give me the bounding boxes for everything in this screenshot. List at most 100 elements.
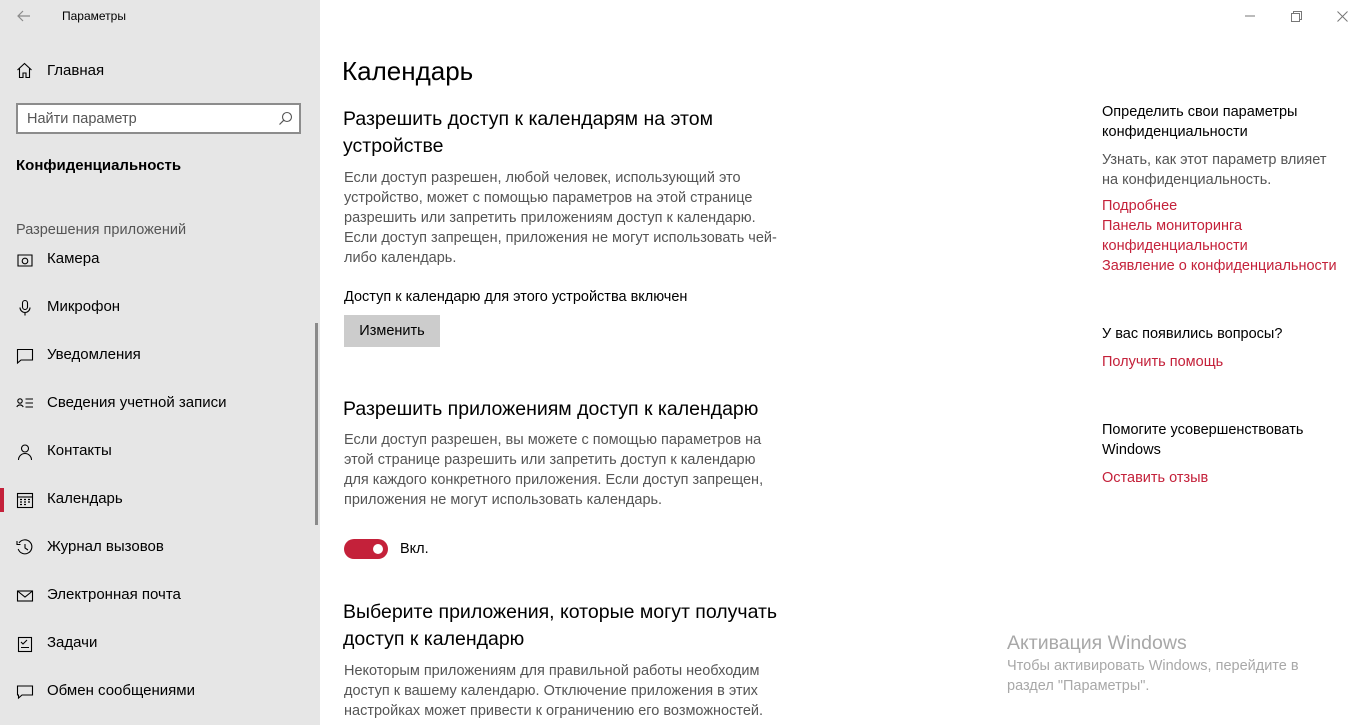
minimize-button[interactable] (1227, 0, 1273, 32)
more-info-link[interactable]: Подробнее (1102, 196, 1177, 216)
sidebar-item-contacts[interactable]: Контакты (0, 432, 316, 472)
change-button[interactable]: Изменить (344, 315, 440, 347)
privacy-options-heading: Определить свои параметры конфиденциальн… (1102, 102, 1297, 142)
restore-button[interactable] (1273, 0, 1319, 32)
group-label: Разрешения приложений (16, 222, 187, 238)
desc-line: устройство, может с помощью параметров н… (344, 190, 753, 206)
link-line: конфиденциальности (1102, 238, 1248, 254)
sidebar-item-label: Сведения учетной записи (47, 394, 227, 411)
sidebar-item-label: Уведомления (47, 346, 141, 363)
desc-line: приложения не могут использовать календа… (344, 492, 663, 508)
heading-line: Определить свои параметры (1102, 104, 1298, 120)
choose-apps-description: Некоторым приложениям для правильной раб… (344, 661, 804, 721)
device-access-heading: Разрешить доступ к календарям на этом ус… (343, 106, 713, 160)
sidebar-home[interactable]: Главная (16, 62, 104, 79)
desc-line: доступ к вашему календарю. Отключение пр… (344, 683, 758, 699)
heading-line: Помогите усовершенствовать (1102, 422, 1304, 438)
search-box[interactable] (16, 103, 301, 134)
contacts-icon (17, 444, 33, 461)
search-input[interactable] (18, 105, 299, 132)
sidebar-item-label: Камера (47, 250, 100, 267)
activation-watermark-text: Чтобы активировать Windows, перейдите в … (1007, 656, 1347, 696)
heading-line: Выберите приложения, которые могут получ… (343, 601, 778, 623)
desc-line: для каждого конкретного приложения. Если… (344, 472, 764, 488)
home-icon (17, 62, 32, 79)
sidebar-item-calendar[interactable]: Календарь (0, 480, 316, 520)
back-arrow-icon (17, 10, 30, 22)
toggle-knob (373, 544, 383, 554)
sidebar-item-label: Контакты (47, 442, 112, 459)
sidebar-item-label: Микрофон (47, 298, 121, 315)
sidebar-item-messaging[interactable]: Обмен сообщениями (0, 672, 316, 712)
watermark-line: раздел "Параметры". (1007, 678, 1150, 694)
sidebar-item-label: Обмен сообщениями (47, 682, 195, 699)
sidebar-item-label: Календарь (47, 490, 123, 507)
desc-line: Если доступ разрешен, любой человек, исп… (344, 170, 741, 186)
desc-line: разрешить или запретить приложениям дост… (344, 210, 756, 226)
sidebar-item-label: Задачи (47, 634, 98, 651)
sidebar-home-label: Главная (47, 62, 105, 79)
feedback-link[interactable]: Оставить отзыв (1102, 468, 1208, 488)
close-button[interactable] (1319, 0, 1365, 32)
email-icon (16, 590, 34, 602)
privacy-statement-link[interactable]: Заявление о конфиденциальности (1102, 256, 1337, 276)
sidebar-item-tasks[interactable]: Задачи (0, 624, 316, 664)
active-indicator (0, 488, 4, 512)
window-controls (1227, 0, 1365, 32)
microphone-icon (19, 299, 31, 316)
app-access-description: Если доступ разрешен, вы можете с помощь… (344, 430, 804, 510)
desc-line: Некоторым приложениям для правильной раб… (344, 663, 760, 679)
section-title: Конфиденциальность (16, 157, 182, 174)
sidebar-scrollbar[interactable] (315, 323, 318, 525)
desc-line: Если доступ запрещен, приложения не могу… (344, 230, 777, 246)
watermark-line: Чтобы активировать Windows, перейдите в (1007, 658, 1299, 674)
restore-icon (1290, 10, 1302, 22)
heading-line: Windows (1102, 442, 1161, 458)
search-icon[interactable] (278, 111, 293, 126)
tasks-icon (17, 636, 33, 653)
sidebar-item-label: Электронная почта (47, 586, 181, 603)
link-line: Панель мониторинга (1102, 218, 1243, 234)
app-title: Параметры (62, 9, 126, 23)
back-button[interactable] (12, 5, 36, 27)
desc-line: настройках может привести к ограничению … (344, 703, 764, 719)
app-access-toggle[interactable] (344, 539, 388, 559)
sidebar-item-email[interactable]: Электронная почта (0, 576, 316, 616)
desc-line: либо календарь. (344, 250, 457, 266)
sidebar-item-account-info[interactable]: Сведения учетной записи (0, 384, 316, 424)
messaging-icon (16, 685, 34, 700)
desc-line: Узнать, как этот параметр влияет (1102, 152, 1327, 168)
desc-line: на конфиденциальность. (1102, 172, 1272, 188)
activation-watermark-title: Активация Windows (1007, 632, 1187, 654)
device-access-description: Если доступ разрешен, любой человек, исп… (344, 168, 804, 268)
camera-icon (17, 254, 33, 267)
sidebar-item-notifications[interactable]: Уведомления (0, 336, 316, 376)
sidebar-item-call-history[interactable]: Журнал вызовов (0, 528, 316, 568)
heading-line: Разрешить доступ к календарям на этом (343, 108, 714, 130)
toggle-label: Вкл. (400, 541, 429, 557)
heading-line: доступ к календарю (343, 628, 525, 650)
sidebar: Параметры Главная Конфиденциальность Раз… (0, 0, 320, 725)
notifications-icon (16, 348, 34, 365)
sidebar-item-microphone[interactable]: Микрофон (0, 288, 316, 328)
app-access-heading: Разрешить приложениям доступ к календарю (343, 398, 759, 420)
sidebar-item-camera[interactable]: Камера (0, 240, 316, 280)
calendar-icon (16, 492, 34, 509)
device-access-status: Доступ к календарю для этого устройства … (344, 289, 688, 305)
heading-line: устройстве (343, 135, 444, 157)
heading-line: конфиденциальности (1102, 124, 1248, 140)
close-icon (1336, 10, 1348, 22)
desc-line: Если доступ разрешен, вы можете с помощь… (344, 432, 762, 448)
questions-heading: У вас появились вопросы? (1102, 326, 1283, 342)
desc-line: этой странице разрешить или запретить до… (344, 452, 756, 468)
improve-windows-heading: Помогите усовершенствовать Windows (1102, 420, 1303, 460)
privacy-options-description: Узнать, как этот параметр влияет на конф… (1102, 150, 1326, 190)
account-info-icon (16, 398, 33, 408)
get-help-link[interactable]: Получить помощь (1102, 352, 1223, 372)
sidebar-item-label: Журнал вызовов (47, 538, 164, 555)
choose-apps-heading: Выберите приложения, которые могут получ… (343, 599, 777, 653)
privacy-dashboard-link[interactable]: Панель мониторинга конфиденциальности (1102, 216, 1248, 256)
minimize-icon (1245, 15, 1255, 17)
page-title: Календарь (342, 56, 474, 86)
call-history-icon (16, 539, 33, 555)
